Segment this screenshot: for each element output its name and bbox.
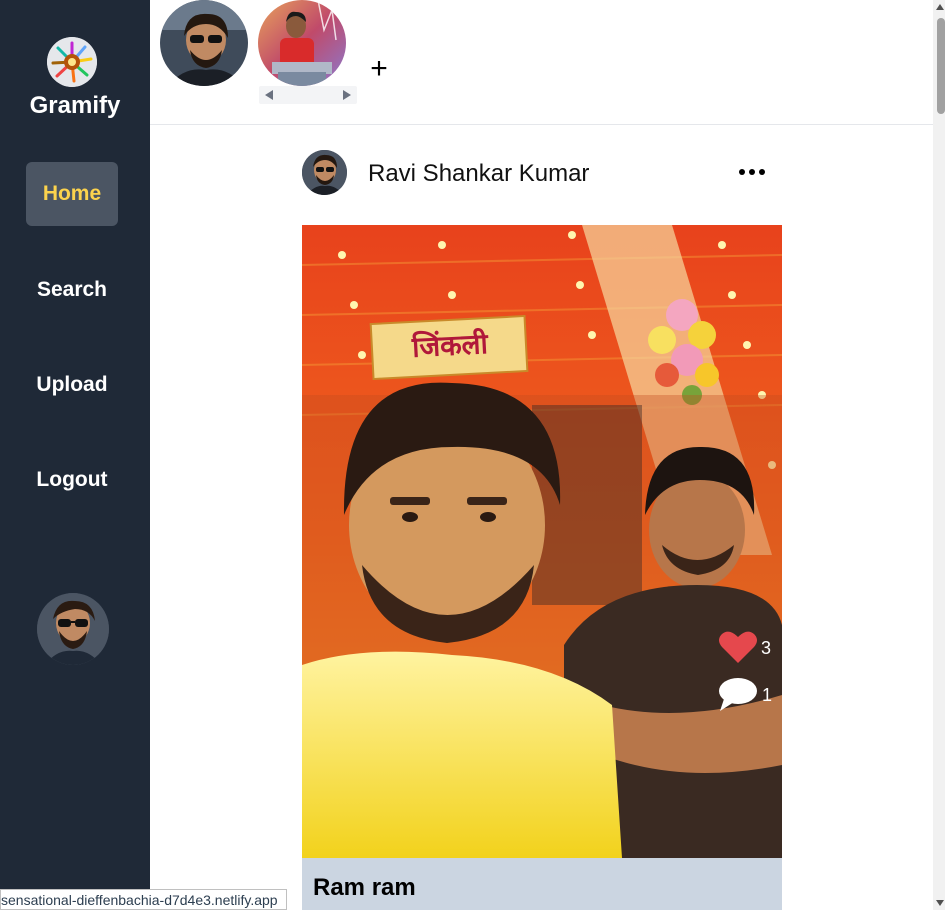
nav-upload[interactable]: Upload [26, 353, 118, 417]
scroll-left-icon[interactable] [265, 90, 273, 100]
story-ravi[interactable] [258, 0, 346, 86]
post-caption-bar: Ram ram [302, 858, 782, 910]
story-scroll-nav [259, 86, 357, 104]
status-bar-url: sensational-dieffenbachia-d7d4e3.netlify… [0, 889, 287, 910]
brand-name: Gramify [29, 92, 121, 119]
post-image[interactable]: जिंकली [302, 225, 782, 858]
sign-text: जिंकली [410, 327, 490, 364]
post-header: Ravi Shankar Kumar [302, 150, 782, 196]
like-heart-icon[interactable] [718, 630, 758, 664]
add-story-button[interactable]: + [362, 52, 396, 86]
scroll-up-arrow-icon[interactable] [936, 4, 944, 10]
page-scrollbar[interactable] [933, 0, 945, 910]
scrollbar-thumb[interactable] [937, 18, 945, 114]
gramify-logo-icon[interactable] [47, 37, 97, 87]
profile-avatar[interactable] [37, 593, 109, 665]
stories-bar: + [150, 0, 933, 125]
scroll-right-icon[interactable] [343, 90, 351, 100]
post-caption: Ram ram [313, 874, 416, 901]
like-count: 3 [761, 638, 772, 658]
post-author-name[interactable]: Ravi Shankar Kumar [368, 160, 589, 188]
nav-home[interactable]: Home [26, 162, 118, 226]
story-own[interactable] [160, 0, 248, 86]
comment-icon[interactable] [718, 677, 758, 713]
nav-logout[interactable]: Logout [26, 448, 118, 512]
sidebar: Gramify Home Search Upload Logout [0, 0, 150, 910]
more-options-icon[interactable] [739, 160, 765, 184]
nav-search[interactable]: Search [26, 258, 118, 322]
post-author-avatar[interactable] [302, 150, 347, 195]
comment-count: 1 [762, 685, 773, 705]
scroll-down-arrow-icon[interactable] [936, 900, 944, 906]
